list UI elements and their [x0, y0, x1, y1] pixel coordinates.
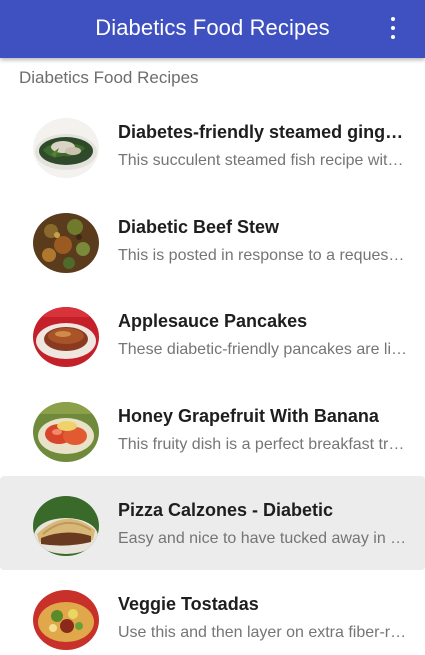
recipe-title: Diabetes-friendly steamed ginger fish — [118, 122, 408, 142]
recipe-subtitle: Use this and then layer on extra fiber-r… — [118, 624, 408, 641]
recipe-title: Veggie Tostadas — [118, 594, 259, 614]
recipe-title: Pizza Calzones - Diabetic — [118, 500, 334, 520]
recipe-row[interactable]: Honey Grapefruit With Banana This fruity… — [0, 382, 425, 477]
recipe-row[interactable]: Pizza Calzones - Diabetic Easy and nice … — [0, 476, 425, 570]
tostada-photo — [33, 590, 99, 650]
recipe-subtitle: Easy and nice to have tucked away in the… — [118, 530, 408, 547]
pancakes-photo — [33, 307, 99, 367]
recipe-row[interactable]: Diabetes-friendly steamed ginger fish Th… — [0, 98, 425, 193]
recipe-title: Honey Grapefruit With Banana — [118, 405, 379, 426]
recipe-subtitle: This is posted in response to a request … — [118, 246, 408, 264]
more-vert-icon[interactable] — [389, 17, 397, 39]
beef-stew-photo — [33, 212, 99, 273]
recipe-row[interactable]: Applesauce Pancakes These diabetic-frien… — [0, 287, 425, 382]
recipe-row[interactable]: Veggie Tostadas Use this and then layer … — [0, 570, 425, 655]
recipe-title: Diabetic Beef Stew — [118, 216, 280, 237]
steamed-fish-photo — [33, 118, 99, 178]
recipe-subtitle: This succulent steamed fish recipe with … — [118, 152, 408, 169]
recipe-subtitle: These diabetic-friendly pancakes are lig… — [118, 341, 408, 358]
grapefruit-banana-photo — [33, 401, 99, 462]
recipe-subtitle: This fruity dish is a perfect breakfast … — [118, 435, 408, 453]
recipe-list: Diabetes-friendly steamed ginger fish Th… — [0, 98, 425, 655]
app-bar: Diabetics Food Recipes — [0, 0, 425, 58]
recipe-row[interactable]: Diabetic Beef Stew This is posted in res… — [0, 193, 425, 288]
recipe-title: Applesauce Pancakes — [118, 311, 308, 331]
calzone-photo — [33, 496, 99, 556]
app-title: Diabetics Food Recipes — [95, 15, 330, 40]
section-label: Diabetics Food Recipes — [19, 68, 199, 87]
